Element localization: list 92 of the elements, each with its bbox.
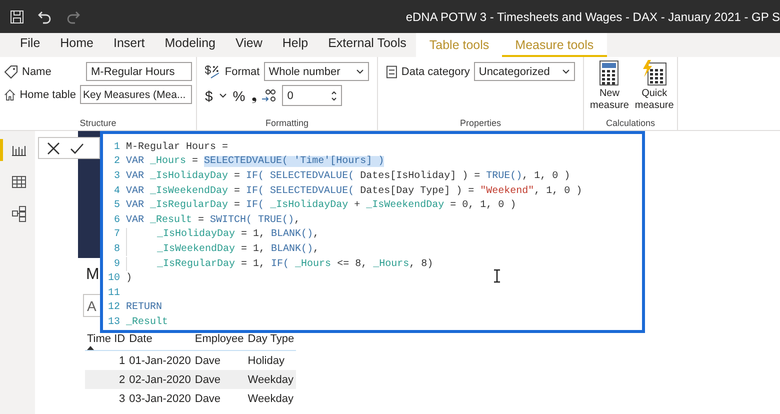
table-cell: 03-Jan-2020 (127, 389, 193, 408)
table-cell: Holiday (246, 350, 296, 370)
name-label: Name (22, 66, 52, 78)
column-header[interactable]: Time ID (85, 333, 128, 350)
group-label: Formatting (264, 118, 310, 130)
table-cell: 1 (85, 350, 128, 370)
comma-button[interactable]: ❟ (251, 87, 256, 104)
table-cell: 01-Jan-2020 (127, 350, 193, 370)
percent-button[interactable]: % (232, 88, 246, 104)
format-dropdown[interactable]: Whole number (264, 62, 369, 81)
currency-format-icon (205, 64, 221, 78)
code-line: ) (126, 273, 132, 284)
line-number: 11 (106, 288, 121, 299)
table-cell: Dave (192, 389, 246, 408)
ribbon-tab[interactable]: Modeling (154, 33, 226, 57)
quick-measure-button[interactable]: Quick measure (632, 60, 676, 118)
cancel-button[interactable] (47, 142, 60, 154)
group-label: Properties (458, 118, 502, 130)
column-header[interactable]: Date (127, 333, 193, 350)
line-number: 9 (112, 258, 121, 270)
table-cell: 2 (85, 370, 128, 389)
code-line: M-Regular Hours = (126, 142, 228, 153)
window-title: eDNA POTW 3 - Timesheets and Wages - DAX - January 2021 - GP S (406, 10, 780, 24)
document-icon (386, 64, 398, 78)
code-line: VAR _Hours = SELECTEDVALUE( 'Time'[Hours] ) (126, 156, 384, 168)
code-line: VAR _IsWeekendDay = IF( SELECTEDVALUE( Dates[Day Type] ) = "Weekend", 1, 0 ) (126, 186, 582, 197)
ribbon-tab[interactable]: External Tools (318, 33, 416, 57)
decimal-places-icon[interactable] (262, 88, 276, 102)
model-diagram-icon (12, 206, 26, 222)
line-number: 12 (106, 302, 121, 314)
chevron-down-icon (218, 93, 227, 98)
ribbon-tab[interactable]: View (226, 33, 272, 57)
line-number: 6 (112, 214, 121, 226)
calculator-icon (599, 60, 620, 86)
currency-button[interactable]: $ (205, 88, 213, 104)
chevron-down-icon (562, 69, 570, 74)
column-header[interactable]: Day Type (246, 333, 296, 350)
format-label: Format (224, 66, 260, 78)
line-number: 1 (112, 142, 121, 153)
sort-ascending-icon (87, 346, 94, 350)
table-grid-icon (12, 176, 26, 188)
table-cell: 02-Jan-2020 (127, 370, 193, 389)
data-category-label: Data category (401, 66, 470, 78)
close-icon (47, 142, 60, 154)
code-line: RETURN (126, 302, 162, 314)
column-header[interactable]: Employee (192, 333, 246, 350)
code-line: VAR _IsRegularDay = IF( _IsHolidayDay + _IsWeekendDay = 0, 1, 0 ) (126, 200, 516, 212)
line-number: 10 (106, 273, 121, 284)
name-field[interactable]: M-Regular Hours (86, 62, 192, 81)
tag-icon (4, 64, 18, 78)
ribbon-tab[interactable]: Insert (104, 33, 155, 57)
code-line: VAR _IsHolidayDay = IF( SELECTEDVALUE( Dates[IsHoliday] ) = TRUE(), 1, 0 ) (126, 170, 570, 182)
code-line: _IsRegularDay = 1, IF( _Hours <= 8, _Hours, 8) (157, 258, 434, 270)
home-table-dropdown[interactable]: Key Measures (Mea... (80, 85, 192, 104)
group-label: Calculations (604, 118, 656, 130)
save-icon[interactable] (10, 10, 24, 24)
home-icon (4, 88, 16, 102)
line-number: 4 (112, 186, 121, 197)
text-cursor-icon (493, 269, 501, 283)
code-line: _IsHolidayDay = 1, BLANK(), (157, 229, 320, 240)
ribbon-tab[interactable]: Help (272, 33, 318, 57)
line-number: 7 (112, 229, 121, 240)
code-line: _IsWeekendDay = 1, BLANK(), (157, 244, 320, 255)
bar-chart-icon (12, 144, 26, 156)
line-number: 8 (112, 244, 121, 255)
data-category-dropdown[interactable]: Uncategorized (474, 62, 575, 81)
table-cell: Dave (192, 350, 246, 370)
code-line: _Result (126, 316, 168, 328)
table-cell: Dave (192, 370, 246, 389)
checkmark-icon (70, 142, 84, 154)
lightning-calculator-icon (641, 60, 668, 86)
table-cell: Weekday (246, 370, 296, 389)
decimal-places-field[interactable]: 0 (282, 85, 342, 106)
commit-button[interactable] (70, 142, 84, 154)
group-label: Structure (78, 118, 118, 130)
ribbon-tab[interactable]: Home (50, 33, 104, 57)
table-cell: 3 (85, 389, 128, 408)
table-cell: Weekday (246, 389, 296, 408)
code-line: VAR _Result = SWITCH( TRUE(), (126, 214, 300, 226)
line-number: 5 (112, 200, 121, 212)
ribbon-tab[interactable]: File (10, 33, 50, 57)
undo-icon[interactable] (38, 10, 52, 24)
new-measure-button[interactable]: New measure (588, 60, 631, 118)
spinner-icon (331, 90, 338, 102)
line-number: 13 (106, 316, 121, 328)
visual-title: M (86, 266, 99, 284)
home-table-label: Home table (20, 88, 76, 100)
line-number: 2 (112, 156, 121, 168)
formula-editor[interactable] (100, 131, 645, 333)
redo-icon[interactable] (66, 10, 80, 24)
line-number: 3 (112, 170, 121, 182)
chevron-down-icon (356, 69, 364, 74)
